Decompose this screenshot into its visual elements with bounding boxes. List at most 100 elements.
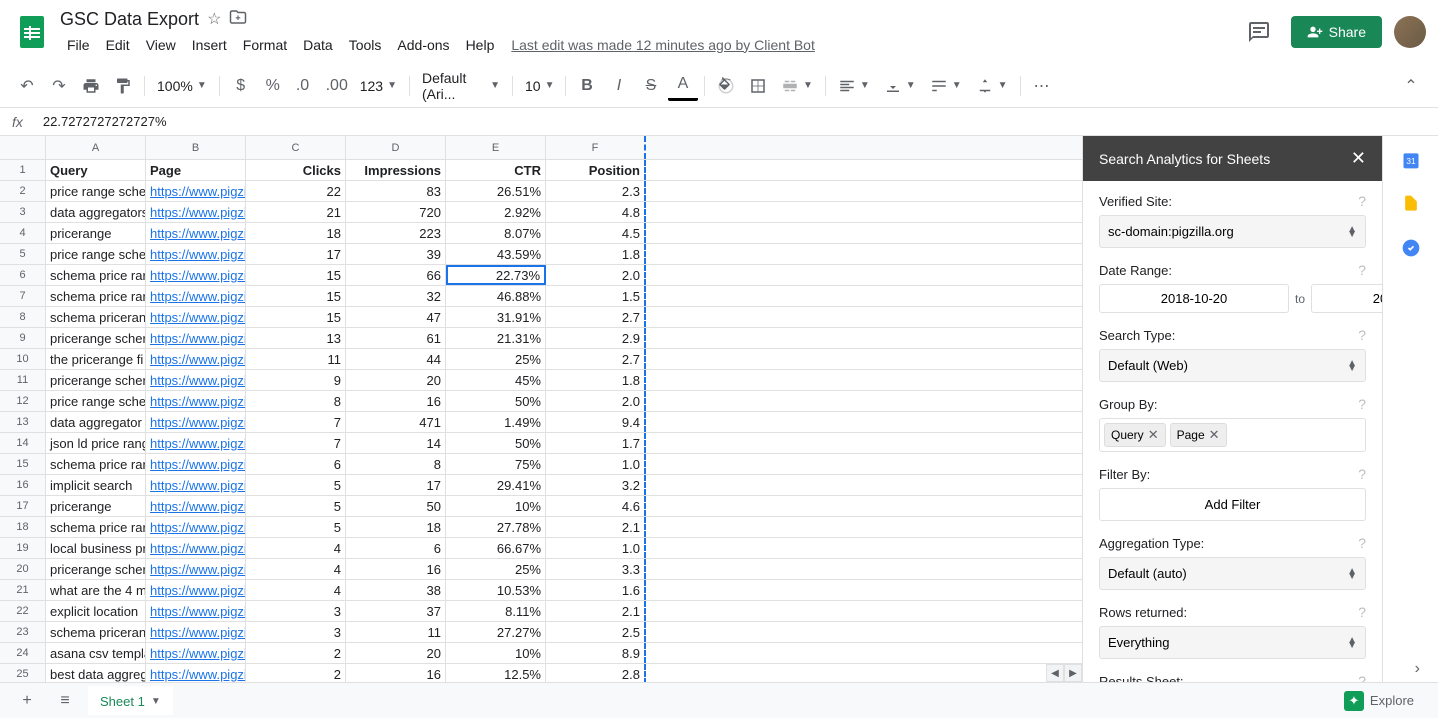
cell[interactable]: 8 [346,454,446,474]
borders-button[interactable] [743,71,773,101]
cell[interactable]: pricerange scher [46,328,146,348]
cell[interactable]: 2.8 [546,664,646,682]
col-header-e[interactable]: E [446,136,546,159]
h-align-button[interactable]: ▼ [832,73,876,99]
cell[interactable]: 2.9 [546,328,646,348]
group-by-chips[interactable]: Query✕ Page✕ [1099,418,1366,452]
cell[interactable]: Query [46,160,146,180]
all-sheets-button[interactable]: ≡ [50,686,80,716]
cell[interactable]: price range sche [46,391,146,411]
cell[interactable]: 22.73% [446,265,546,285]
row-header[interactable]: 11 [0,370,46,390]
document-title[interactable]: GSC Data Export [60,9,199,30]
cell[interactable]: 1.49% [446,412,546,432]
cell[interactable]: 2.0 [546,391,646,411]
cell[interactable]: 50 [346,496,446,516]
cell[interactable]: 12.5% [446,664,546,682]
cell[interactable]: 47 [346,307,446,327]
cell[interactable]: 22 [246,181,346,201]
cell[interactable]: 2.7 [546,349,646,369]
user-avatar[interactable] [1394,16,1426,48]
keep-icon[interactable] [1399,192,1423,216]
cell[interactable]: https://www.pigzi [146,454,246,474]
text-rotation-button[interactable]: ▼ [970,73,1014,99]
cell[interactable]: 1.7 [546,433,646,453]
cell[interactable]: 1.5 [546,286,646,306]
more-button[interactable]: ⋯ [1027,71,1057,101]
cell[interactable]: 3 [246,622,346,642]
row-header[interactable]: 7 [0,286,46,306]
row-header[interactable]: 17 [0,496,46,516]
cell[interactable]: 2.5 [546,622,646,642]
font-size-select[interactable]: 10▼ [519,74,559,98]
cell[interactable]: price range sche [46,244,146,264]
cell[interactable]: 1.0 [546,538,646,558]
cell[interactable]: 1.8 [546,244,646,264]
decrease-decimal-button[interactable]: .0 [290,71,320,101]
cell[interactable]: 2.3 [546,181,646,201]
cell[interactable]: best data aggreg [46,664,146,682]
cell[interactable]: the pricerange fi [46,349,146,369]
cell[interactable]: explicit location [46,601,146,621]
cell[interactable]: asana csv templa [46,643,146,663]
cell[interactable]: 14 [346,433,446,453]
row-header[interactable]: 6 [0,265,46,285]
help-icon[interactable]: ? [1358,396,1366,412]
select-all-corner[interactable] [0,136,46,159]
cell[interactable]: 39 [346,244,446,264]
row-header[interactable]: 8 [0,307,46,327]
cell[interactable]: 3.2 [546,475,646,495]
cell[interactable]: 75% [446,454,546,474]
menu-insert[interactable]: Insert [185,33,234,57]
scroll-left[interactable]: ◀ [1046,664,1064,682]
col-header-b[interactable]: B [146,136,246,159]
cell[interactable]: Impressions [346,160,446,180]
row-header[interactable]: 13 [0,412,46,432]
cell[interactable]: 18 [246,223,346,243]
cell[interactable]: https://www.pigzi [146,559,246,579]
cell[interactable]: https://www.pigzi [146,496,246,516]
cell[interactable]: what are the 4 m [46,580,146,600]
menu-file[interactable]: File [60,33,97,57]
verified-site-select[interactable]: sc-domain:pigzilla.org▲▼ [1099,215,1366,248]
row-header[interactable]: 22 [0,601,46,621]
sheet-tab-1[interactable]: Sheet 1▼ [88,686,173,715]
cell[interactable]: https://www.pigzi [146,538,246,558]
cell[interactable]: 21.31% [446,328,546,348]
cell[interactable]: 4.8 [546,202,646,222]
zoom-select[interactable]: 100%▼ [151,74,213,98]
explore-button[interactable]: ✦ Explore [1332,685,1426,717]
cell[interactable]: https://www.pigzi [146,391,246,411]
cell[interactable]: schema priceran [46,622,146,642]
cell[interactable]: local business pr [46,538,146,558]
row-header[interactable]: 24 [0,643,46,663]
cell[interactable]: 2.1 [546,517,646,537]
cell[interactable]: https://www.pigzi [146,349,246,369]
cell[interactable]: 4 [246,559,346,579]
col-header-f[interactable]: F [546,136,646,159]
cell[interactable]: 29.41% [446,475,546,495]
rows-returned-select[interactable]: Everything▲▼ [1099,626,1366,659]
help-icon[interactable]: ? [1358,673,1366,682]
increase-decimal-button[interactable]: .00 [322,71,352,101]
merge-cells-button[interactable]: ▼ [775,73,819,99]
italic-button[interactable]: I [604,71,634,101]
date-from-input[interactable] [1099,284,1289,313]
cell[interactable]: https://www.pigzi [146,412,246,432]
cell[interactable]: schema price rar [46,454,146,474]
cell[interactable]: 223 [346,223,446,243]
cell[interactable]: 5 [246,475,346,495]
cell[interactable]: https://www.pigzi [146,286,246,306]
text-color-button[interactable]: A [668,71,698,101]
cell[interactable]: Clicks [246,160,346,180]
chip-page[interactable]: Page✕ [1170,423,1227,447]
cell[interactable]: https://www.pigzi [146,202,246,222]
help-icon[interactable]: ? [1358,262,1366,278]
cell[interactable]: 15 [246,307,346,327]
cell[interactable]: https://www.pigzi [146,517,246,537]
help-icon[interactable]: ? [1358,535,1366,551]
cell[interactable]: 4.5 [546,223,646,243]
col-header-d[interactable]: D [346,136,446,159]
cell[interactable]: data aggregators [46,202,146,222]
cell[interactable]: pricerange scher [46,370,146,390]
